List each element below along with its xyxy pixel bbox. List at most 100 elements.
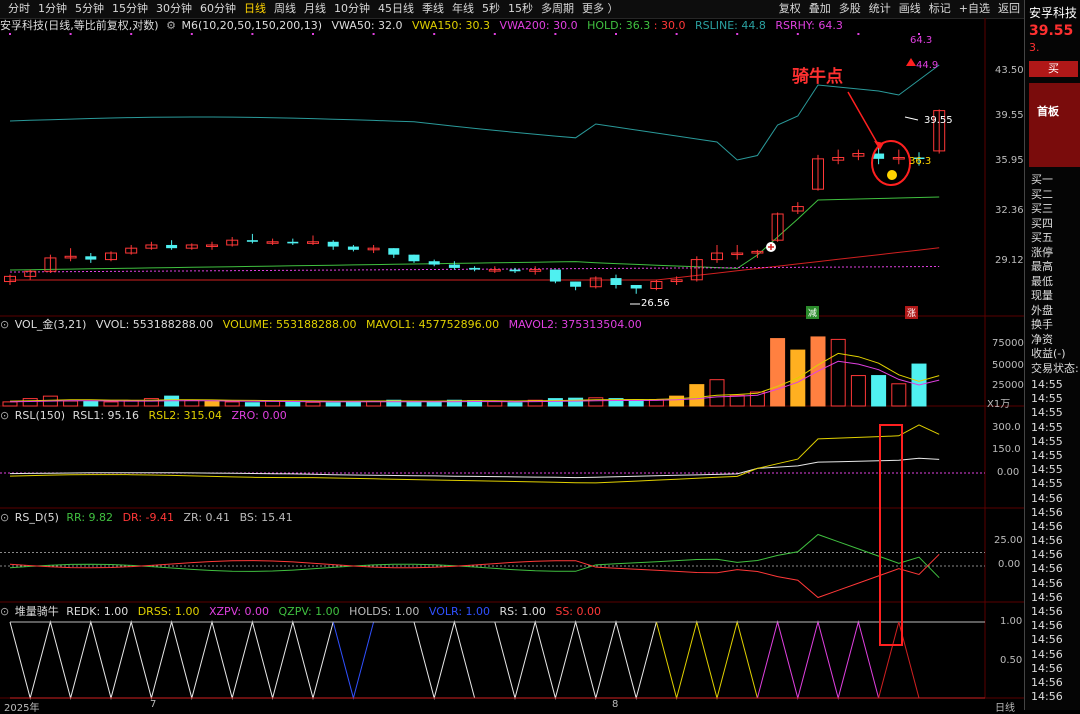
- quote-row-3: 买四: [1031, 216, 1053, 230]
- rsd-axis-2: 0.00: [998, 559, 1021, 570]
- dr-line: [9, 553, 940, 599]
- pin-icon[interactable]: ⊙: [0, 318, 9, 331]
- trade-time-11: 14:56: [1031, 534, 1063, 548]
- drss-zigzag: [655, 620, 758, 700]
- volume-bar: [103, 401, 119, 407]
- volume-bar: [850, 375, 866, 407]
- candle-body: [428, 261, 440, 265]
- drss-value: DRSS: 1.00: [137, 605, 200, 618]
- first-board-badge: 首板: [1029, 83, 1080, 167]
- rr-line: [9, 533, 940, 579]
- rsl2-value: RSL2: 315.04: [148, 409, 222, 422]
- quote-row-12: 收益(-): [1031, 347, 1066, 360]
- quote-row-6: 最高: [1031, 260, 1053, 273]
- quote-row-5: 涨停: [1031, 245, 1053, 259]
- vol-axis-2: 50000: [992, 360, 1024, 371]
- signal-dot: [312, 33, 314, 35]
- volume-bar: [507, 402, 523, 407]
- volume-bar: [891, 383, 907, 407]
- trade-time-10: 14:56: [1031, 519, 1063, 533]
- candle-body: [610, 278, 622, 285]
- trade-time-19: 14:56: [1031, 647, 1063, 661]
- rsl1-value: RSL1: 95.16: [72, 409, 140, 422]
- qzpv-value: QZPV: 1.00: [278, 605, 340, 618]
- pin-icon[interactable]: ⊙: [0, 605, 9, 618]
- zro-value: ZRO: 0.00: [231, 409, 287, 422]
- trade-time-14: 14:56: [1031, 576, 1063, 590]
- rsline-label: 44.9: [916, 60, 939, 71]
- redk-zigzag: [9, 620, 334, 700]
- volume-bar: [406, 401, 422, 407]
- sidebar-price: 39.55 3.: [1025, 21, 1080, 55]
- candle-body: [469, 267, 481, 270]
- rsl2-line: [9, 424, 940, 484]
- rsl-panel-title: ⊙ RSL(150) RSL1: 95.16 RSL2: 315.04 ZRO:…: [0, 408, 293, 424]
- trade-time-8: 14:56: [1031, 491, 1063, 505]
- pin-icon[interactable]: ⊙: [0, 409, 9, 422]
- rsl-axis-3: 0.00: [997, 467, 1020, 478]
- signal-dot: [554, 33, 557, 35]
- quote-row-11: 净资: [1031, 332, 1053, 346]
- rs-value: RS: 1.00: [499, 605, 546, 618]
- rsl-name: RSL(150): [14, 409, 66, 422]
- signal-dot: [130, 33, 133, 35]
- signal-dot: [372, 33, 375, 35]
- trade-time-6: 14:55: [1031, 463, 1063, 477]
- jian-marker: 减: [806, 306, 820, 319]
- trade-time-15: 14:56: [1031, 590, 1063, 604]
- volume-bar: [285, 401, 301, 407]
- rsl-axis-2: 150.0: [992, 444, 1021, 455]
- volume-bar: [830, 338, 846, 407]
- redk-value: REDK: 1.00: [66, 605, 129, 618]
- vol-name: VOL_金(3,21): [14, 318, 87, 331]
- signal-dot: [190, 33, 193, 35]
- rsl-axis-1: 300.0: [992, 422, 1021, 433]
- signal-dot: [433, 33, 436, 35]
- volume-bar: [487, 400, 503, 407]
- trade-time-1: 14:55: [1031, 392, 1063, 406]
- volume-bar: [83, 400, 99, 407]
- volume-bar: [325, 402, 341, 407]
- volume-bar: [770, 338, 786, 407]
- ss-value: SS: 0.00: [555, 605, 602, 618]
- pin-icon[interactable]: ⊙: [0, 511, 9, 524]
- price-axis-4: 32.36: [995, 205, 1024, 216]
- signal-highlight-box: [879, 424, 903, 646]
- candle-body: [448, 264, 460, 268]
- trade-time-9: 14:56: [1031, 505, 1063, 519]
- vol-axis-1: 75000: [992, 338, 1024, 349]
- bs-value: BS: 15.41: [239, 511, 293, 524]
- low-price-label: 26.56: [641, 298, 670, 309]
- xzpv-value: XZPV: 0.00: [208, 605, 270, 618]
- volume-bar: [204, 400, 220, 407]
- signal-dot: [9, 33, 11, 35]
- quote-row-9: 外盘: [1031, 303, 1053, 317]
- trade-time-3: 14:55: [1031, 420, 1063, 434]
- holds-zigzag: [413, 620, 476, 700]
- vwa200-red-series: [10, 247, 940, 281]
- volume-bar: [2, 401, 18, 407]
- rsd-panel-title: ⊙ RS_D(5) RR: 9.82 DR: -9.41 ZR: 0.41 BS…: [0, 510, 299, 526]
- bull-axis-2: 0.50: [1000, 655, 1023, 666]
- candle-body: [509, 269, 521, 272]
- volume-bar: [568, 397, 584, 407]
- candle-body: [570, 281, 582, 287]
- volume-bar: [709, 379, 725, 407]
- date-axis-year: 2025年: [4, 703, 40, 714]
- buy-button[interactable]: 买: [1029, 61, 1078, 77]
- date-corner-label: 日线: [995, 703, 1015, 714]
- high-pointer: [904, 116, 919, 121]
- candle-body: [166, 244, 178, 249]
- volume-bar: [547, 398, 563, 407]
- signal-dot: [736, 33, 739, 35]
- first-board-label: 首板: [1037, 105, 1059, 118]
- volume-bar: [588, 397, 604, 407]
- trade-time-13: 14:56: [1031, 562, 1063, 576]
- bull-panel-title: ⊙ 堆量骑牛 REDK: 1.00 DRSS: 1.00 XZPV: 0.00 …: [0, 604, 607, 620]
- quote-row-7: 最低: [1031, 274, 1053, 288]
- price-axis-1: 43.50: [995, 65, 1024, 76]
- volume-bar: [244, 402, 260, 407]
- trade-time-20: 14:56: [1031, 661, 1063, 675]
- candle-body: [630, 284, 642, 289]
- vol-panel-title: ⊙ VOL_金(3,21) VVOL: 553188288.00 VOLUME:…: [0, 317, 648, 333]
